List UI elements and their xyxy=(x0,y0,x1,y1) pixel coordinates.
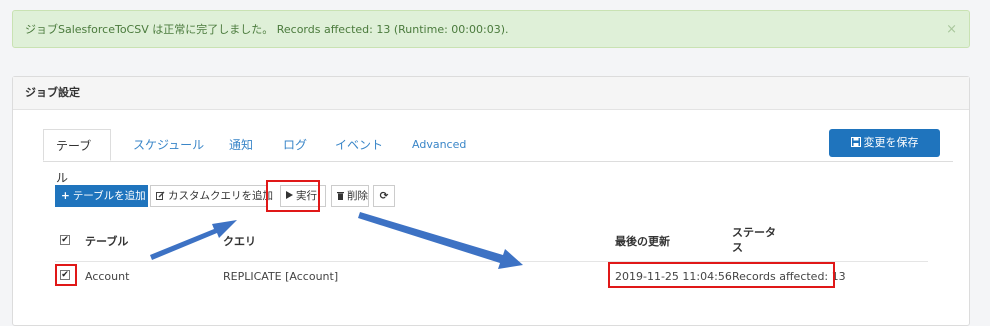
arrow-to-run xyxy=(150,220,237,260)
arrow-to-result xyxy=(358,212,523,269)
annotation-arrows xyxy=(150,212,523,269)
